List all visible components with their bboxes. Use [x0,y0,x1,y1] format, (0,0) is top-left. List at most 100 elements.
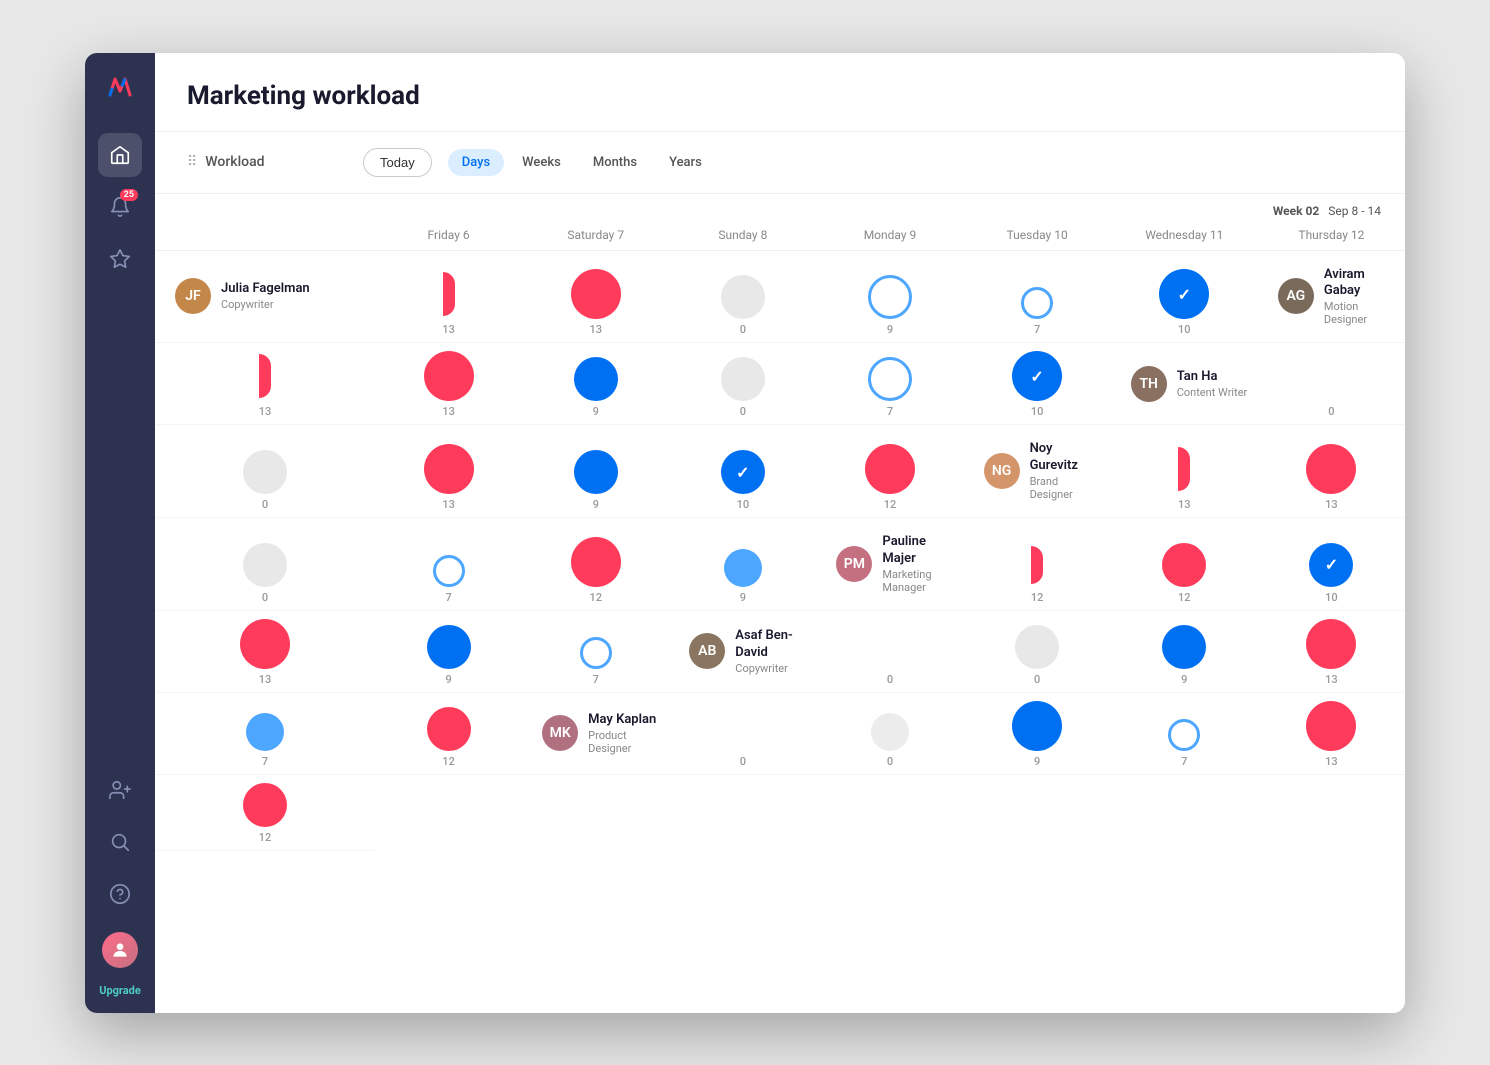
workload-label: ⠿ Workload [187,154,347,170]
asaf-tue: 7 [155,693,375,775]
col-header-thu: Thursday 12 [1258,222,1405,251]
julia-mon: 9 [816,251,963,344]
bubble-tanha-wed [865,444,915,494]
avatar-julia: JF [175,278,211,314]
tanha-sat: 0 [155,425,375,518]
bubble-may-mon [1168,719,1200,751]
bubble-tanha-sun [424,444,474,494]
tanha-tue: ✓ 10 [669,425,816,518]
bubble-julia-fri [443,272,455,316]
tab-months[interactable]: Months [579,149,651,176]
bubble-pauline-mon [240,619,290,669]
noy-fri: 13 [1111,425,1258,518]
name-may: May Kaplan [588,712,659,729]
avatar-noy: NG [984,453,1020,489]
julia-sun: 0 [669,251,816,344]
pauline-sun: ✓ 10 [1258,518,1405,611]
name-tanha: Tan Ha [1177,369,1248,386]
sidebar-item-favorites[interactable] [98,237,142,281]
bubble-julia-sat [571,269,621,319]
today-button[interactable]: Today [363,148,432,177]
name-pauline: Pauline Majer [882,534,953,568]
bubble-asaf-mon [1306,619,1356,669]
name-asaf: Asaf Ben-David [735,628,806,662]
role-may: Product Designer [588,729,659,755]
may-wed: 12 [155,775,375,851]
bubble-pauline-sun: ✓ [1309,543,1353,587]
sidebar-item-search[interactable] [98,820,142,864]
page-header: Marketing workload [155,53,1405,132]
col-header-mon: Monday 9 [816,222,963,251]
tab-weeks[interactable]: Weeks [508,149,575,176]
drag-icon: ⠿ [187,154,197,170]
sidebar-item-add-user[interactable] [98,768,142,812]
aviram-sun: 9 [522,343,669,425]
noy-wed: 9 [669,518,816,611]
asaf-fri: 0 [816,611,963,693]
julia-fri: 13 [375,251,522,344]
sidebar-item-home[interactable] [98,133,142,177]
pauline-tue: 9 [375,611,522,693]
upgrade-button[interactable]: Upgrade [99,984,141,997]
bubble-asaf-tue [246,713,284,751]
pauline-mon: 13 [155,611,375,693]
asaf-wed: 12 [375,693,522,775]
bubble-pauline-wed [580,637,612,669]
aviram-wed: ✓ 10 [964,343,1111,425]
toolbar: ⠿ Workload Today Days Weeks Months Years [155,132,1405,194]
aviram-mon: 0 [669,343,816,425]
sidebar-item-notifications[interactable]: 25 [98,185,142,229]
noy-tue: 12 [522,518,669,611]
pauline-fri: 12 [964,518,1111,611]
bubble-noy-wed [724,549,762,587]
bubble-noy-sat [1306,444,1356,494]
bubble-aviram-tue [868,357,912,401]
role-julia: Copywriter [221,298,310,311]
aviram-sat: 13 [375,343,522,425]
tab-years[interactable]: Years [655,149,716,176]
week-header: Week 02 Sep 8 - 14 [155,194,1405,222]
bubble-noy-mon [433,555,465,587]
app-logo[interactable] [102,69,138,109]
bubble-julia-mon [868,275,912,319]
may-sun: 9 [964,693,1111,775]
bubble-noy-sun [243,543,287,587]
name-julia: Julia Fagelman [221,281,310,298]
bubble-tanha-mon [574,450,618,494]
aviram-fri: 13 [155,343,375,425]
role-asaf: Copywriter [735,662,806,675]
avatar-aviram: AG [1278,278,1314,314]
sidebar-item-help[interactable] [98,872,142,916]
view-tabs: Days Weeks Months Years [448,149,716,176]
role-pauline: Marketing Manager [882,568,953,594]
bubble-aviram-sun [574,357,618,401]
workload-grid: Friday 6 Saturday 7 Sunday 8 Monday 9 Tu… [155,222,1405,851]
col-header-sat: Saturday 7 [522,222,669,251]
bubble-pauline-tue [427,625,471,669]
user-avatar[interactable] [102,932,138,968]
may-fri: 0 [669,693,816,775]
person-aviram: AG Aviram Gabay Motion Designer [1258,251,1405,344]
bubble-asaf-sat [1015,625,1059,669]
avatar-may: MK [542,715,578,751]
tab-days[interactable]: Days [448,149,504,176]
notification-badge: 25 [120,189,138,201]
role-noy: Brand Designer [1030,475,1101,501]
noy-mon: 7 [375,518,522,611]
tanha-wed: 12 [816,425,963,518]
pauline-sat: 12 [1111,518,1258,611]
main-content: Marketing workload ⠿ Workload Today Days… [155,53,1405,1013]
avatar-asaf: AB [689,633,725,669]
noy-sat: 13 [1258,425,1405,518]
bubble-asaf-wed [427,707,471,751]
may-tue: 13 [1258,693,1405,775]
person-tanha: TH Tan Ha Content Writer [1111,343,1258,425]
person-pauline: PM Pauline Majer Marketing Manager [816,518,963,611]
name-noy: Noy Gurevitz [1030,441,1101,475]
avatar-tanha: TH [1131,366,1167,402]
col-header-person [155,222,375,251]
role-tanha: Content Writer [1177,386,1248,399]
bubble-may-tue [1306,701,1356,751]
may-sat: 0 [816,693,963,775]
page-title: Marketing workload [187,81,1373,111]
